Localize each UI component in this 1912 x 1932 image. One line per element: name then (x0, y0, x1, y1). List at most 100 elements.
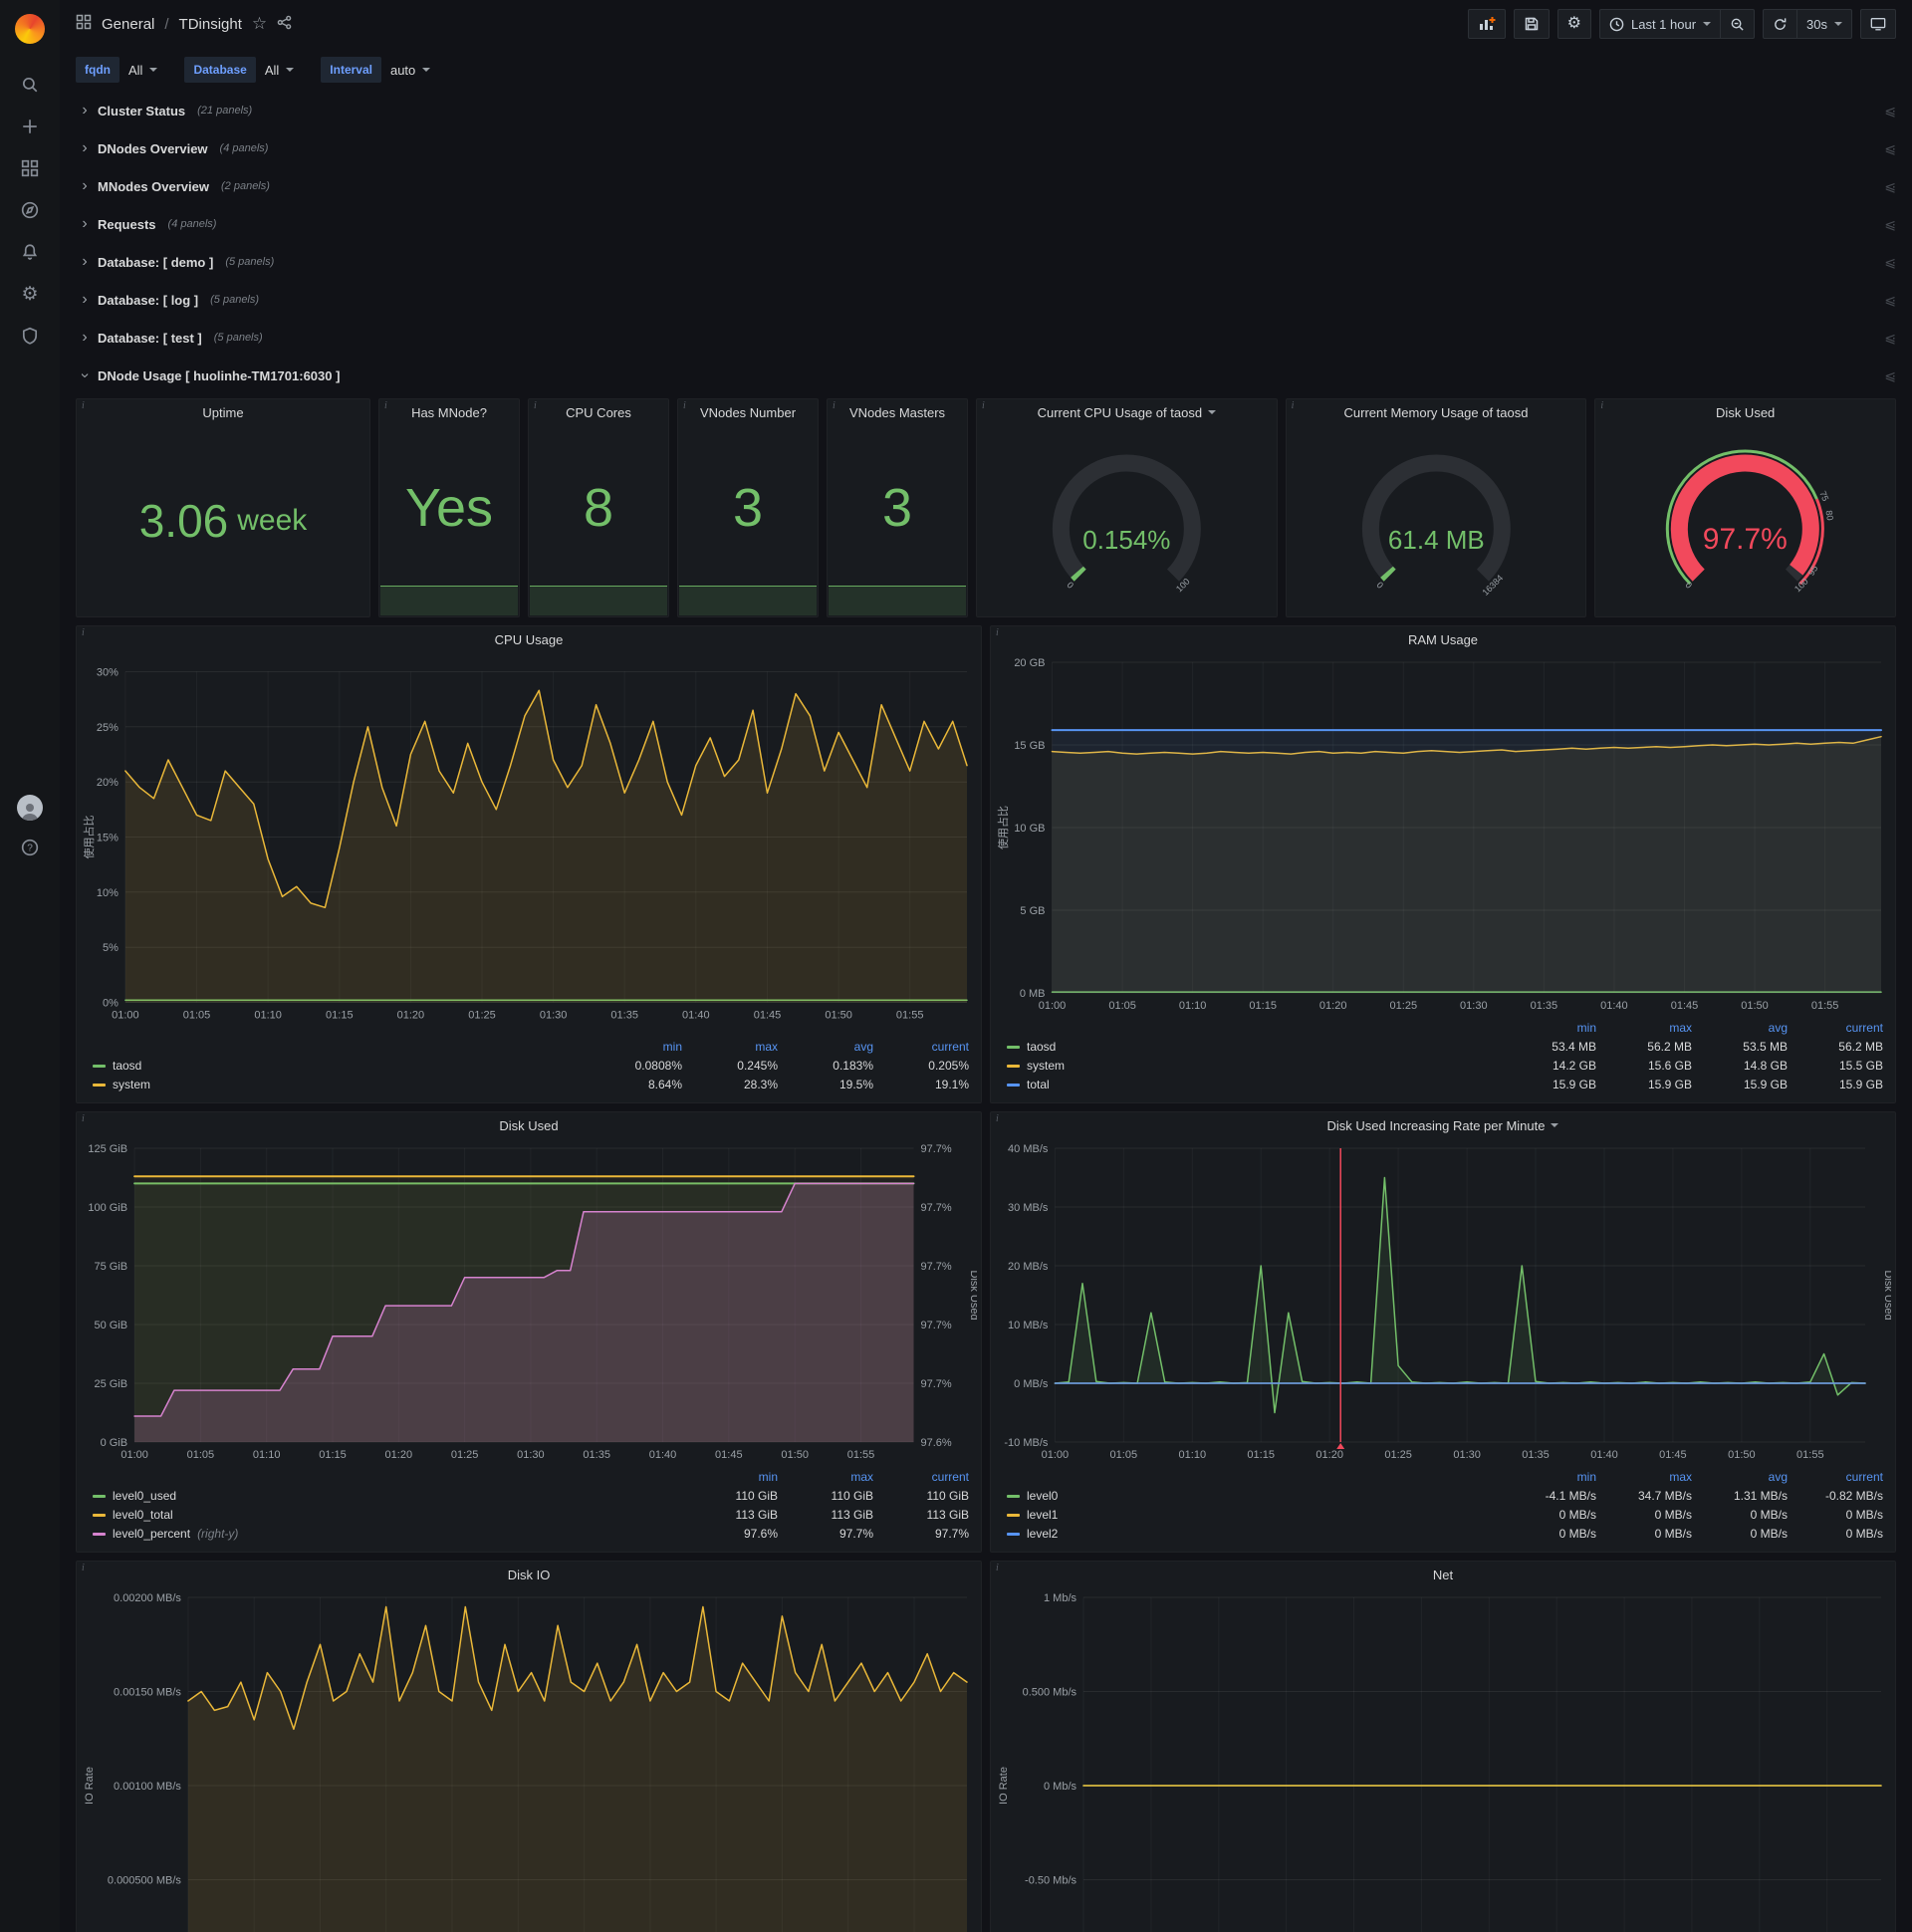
legend-series-label[interactable]: taosd (1007, 1038, 1501, 1057)
create-plus-icon[interactable] (0, 106, 60, 147)
disk-used-chart[interactable]: 0 GiB 97.6% 25 GiB 97.7% 50 GiB 97.7% 75 GiB 97… (81, 1140, 977, 1466)
legend-header[interactable]: avg (1696, 1468, 1788, 1487)
panel-info-icon[interactable]: i (833, 400, 836, 411)
row-dnode-usage[interactable]: › DNode Usage [ huolinhe-TM1701:6030 ] ⩿ (76, 361, 1896, 390)
panel-title[interactable]: Current CPU Usage of taosd (977, 399, 1277, 425)
panel-info-icon[interactable]: i (996, 1563, 999, 1573)
panel-title[interactable]: Uptime (77, 399, 369, 425)
panel-title[interactable]: CPU Usage (77, 626, 981, 652)
legend-series-label[interactable]: level0_total (93, 1506, 682, 1525)
net-chart[interactable]: -1 Mb/s-0.50 Mb/s0 Mb/s0.500 Mb/s1 Mb/s0… (995, 1589, 1891, 1932)
panel-title[interactable]: Net (991, 1562, 1895, 1587)
row-database-log[interactable]: › Database: [ log ] (5 panels) ⩿ (76, 285, 1896, 315)
legend-series-label[interactable]: system (1007, 1057, 1501, 1076)
explore-compass-icon[interactable] (0, 189, 60, 231)
cycle-view-button[interactable] (1860, 9, 1896, 39)
panel-info-icon[interactable]: i (683, 400, 686, 411)
help-icon[interactable]: ? (0, 835, 60, 860)
legend-header[interactable]: current (877, 1468, 969, 1487)
legend-header[interactable]: max (686, 1038, 778, 1057)
dashboards-grid-icon[interactable] (76, 14, 92, 34)
panel-info-icon[interactable]: i (534, 400, 537, 411)
legend-header[interactable]: max (1600, 1019, 1692, 1038)
drag-handle-icon[interactable]: ⩿ (1884, 140, 1896, 157)
legend-header[interactable]: min (1505, 1468, 1596, 1487)
drag-handle-icon[interactable]: ⩿ (1884, 254, 1896, 271)
legend-series-label[interactable]: system (93, 1076, 587, 1094)
variable-value-dropdown[interactable]: All (256, 57, 303, 84)
drag-handle-icon[interactable]: ⩿ (1884, 178, 1896, 195)
disk-rate-chart[interactable]: -10 MB/s 0 MB/s 10 MB/s 20 MB/s 30 MB/s 40 MB… (995, 1140, 1891, 1466)
legend-series-label[interactable]: level1 (1007, 1506, 1501, 1525)
user-avatar[interactable] (17, 795, 43, 821)
search-icon[interactable] (0, 64, 60, 106)
panel-info-icon[interactable]: i (982, 400, 985, 411)
legend-series-label[interactable]: level0_percent (right-y) (93, 1525, 682, 1544)
panel-title[interactable]: Has MNode? (379, 399, 519, 425)
legend-series-label[interactable]: level2 (1007, 1525, 1501, 1544)
panel-info-icon[interactable]: i (82, 1113, 85, 1124)
ram-usage-chart[interactable]: 0 MB 5 GB 10 GB 15 GB 20 GB 01:00 01:05 01:10 01… (995, 654, 1891, 1017)
variable-fqdn[interactable]: fqdn All (76, 57, 166, 84)
zoom-out-button[interactable] (1721, 9, 1756, 39)
time-range-picker[interactable]: Last 1 hour (1598, 9, 1722, 39)
disk-io-chart[interactable]: 0 MB/s0.000500 MB/s0.00100 MB/s0.00150 M… (81, 1589, 977, 1932)
panel-title[interactable]: CPU Cores (529, 399, 668, 425)
legend-header[interactable]: min (591, 1038, 682, 1057)
panel-title[interactable]: Current Memory Usage of taosd (1287, 399, 1586, 425)
panel-info-icon[interactable]: i (82, 1563, 85, 1573)
legend-header[interactable]: max (782, 1468, 873, 1487)
drag-handle-icon[interactable]: ⩿ (1884, 216, 1896, 233)
save-dashboard-button[interactable] (1513, 9, 1550, 39)
refresh-button[interactable] (1763, 9, 1798, 39)
legend-series-label[interactable]: level0_used (93, 1487, 682, 1506)
alerting-bell-icon[interactable] (0, 231, 60, 273)
panel-info-icon[interactable]: i (1600, 400, 1603, 411)
breadcrumb-title[interactable]: TDinsight (179, 16, 242, 33)
legend-series-label[interactable]: level0 (1007, 1487, 1501, 1506)
legend-header[interactable]: avg (1696, 1019, 1788, 1038)
legend-header[interactable]: min (686, 1468, 778, 1487)
variable-value-dropdown[interactable]: All (120, 57, 166, 84)
panel-title[interactable]: Disk Used (1595, 399, 1895, 425)
panel-info-icon[interactable]: i (82, 400, 85, 411)
share-button[interactable] (277, 15, 292, 34)
variable-database[interactable]: Database All (184, 57, 303, 84)
variable-value-dropdown[interactable]: auto (381, 57, 439, 84)
dashboard-settings-button[interactable]: ⚙ (1556, 9, 1591, 39)
row-mnodes-overview[interactable]: › MNodes Overview (2 panels) ⩿ (76, 171, 1896, 201)
panel-title[interactable]: VNodes Number (678, 399, 818, 425)
row-requests[interactable]: › Requests (4 panels) ⩿ (76, 209, 1896, 239)
drag-handle-icon[interactable]: ⩿ (1884, 367, 1896, 384)
panel-info-icon[interactable]: i (996, 627, 999, 638)
grafana-logo-icon[interactable] (15, 14, 45, 44)
legend-header[interactable]: current (1792, 1019, 1883, 1038)
panel-info-icon[interactable]: i (1292, 400, 1295, 411)
drag-handle-icon[interactable]: ⩿ (1884, 103, 1896, 120)
row-dnodes-overview[interactable]: › DNodes Overview (4 panels) ⩿ (76, 133, 1896, 163)
server-admin-shield-icon[interactable] (0, 315, 60, 357)
legend-header[interactable]: min (1505, 1019, 1596, 1038)
panel-title[interactable]: Disk Used Increasing Rate per Minute (991, 1112, 1895, 1138)
star-button[interactable]: ☆ (252, 14, 267, 34)
breadcrumb-section[interactable]: General (102, 16, 154, 33)
row-cluster-status[interactable]: › Cluster Status (21 panels) ⩿ (76, 96, 1896, 125)
legend-series-label[interactable]: total (1007, 1076, 1501, 1094)
legend-series-label[interactable]: taosd (93, 1057, 587, 1076)
panel-info-icon[interactable]: i (82, 627, 85, 638)
row-database-test[interactable]: › Database: [ test ] (5 panels) ⩿ (76, 323, 1896, 353)
panel-info-icon[interactable]: i (996, 1113, 999, 1124)
variable-interval[interactable]: Interval auto (321, 57, 439, 84)
legend-header[interactable]: max (1600, 1468, 1692, 1487)
legend-header[interactable]: avg (782, 1038, 873, 1057)
panel-title[interactable]: RAM Usage (991, 626, 1895, 652)
configuration-gear-icon[interactable]: ⚙ (0, 273, 60, 315)
dashboards-icon[interactable] (0, 147, 60, 189)
panel-title[interactable]: VNodes Masters (828, 399, 967, 425)
row-database-demo[interactable]: › Database: [ demo ] (5 panels) ⩿ (76, 247, 1896, 277)
panel-info-icon[interactable]: i (384, 400, 387, 411)
refresh-interval-select[interactable]: 30s (1797, 9, 1852, 39)
panel-title[interactable]: Disk IO (77, 1562, 981, 1587)
add-panel-button[interactable] (1467, 9, 1506, 39)
legend-header[interactable]: current (877, 1038, 969, 1057)
